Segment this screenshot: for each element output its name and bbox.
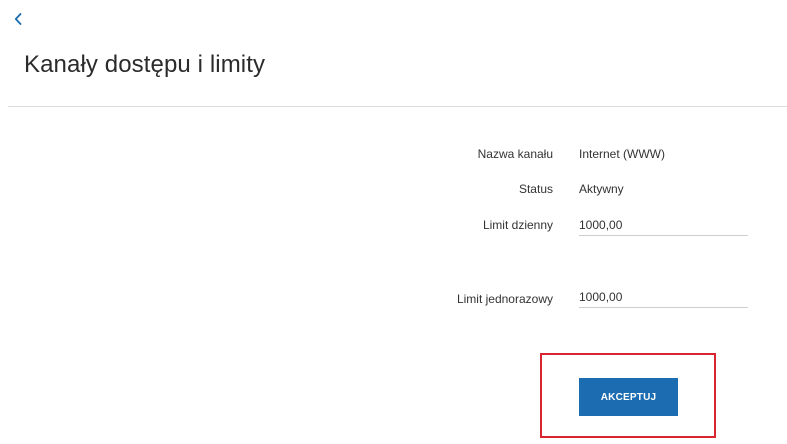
daily-limit-label: Limit dzienny [482, 218, 553, 232]
page-title: Kanały dostępu i limity [24, 51, 266, 78]
channel-name-value: Internet (WWW) [579, 147, 665, 161]
accept-button[interactable]: AKCEPTUJ [579, 378, 678, 416]
daily-limit-input[interactable] [579, 214, 748, 236]
status-value: Aktywny [579, 182, 624, 196]
header-divider [8, 106, 787, 107]
chevron-left-icon [14, 13, 22, 25]
channel-name-label: Nazwa kanału [477, 147, 553, 161]
page: Kanały dostępu i limity Nazwa kanału Int… [0, 0, 787, 444]
single-limit-label: Limit jednorazowy [456, 292, 553, 306]
status-label: Status [518, 182, 553, 196]
single-limit-input[interactable] [579, 286, 748, 308]
back-button[interactable] [8, 9, 28, 29]
